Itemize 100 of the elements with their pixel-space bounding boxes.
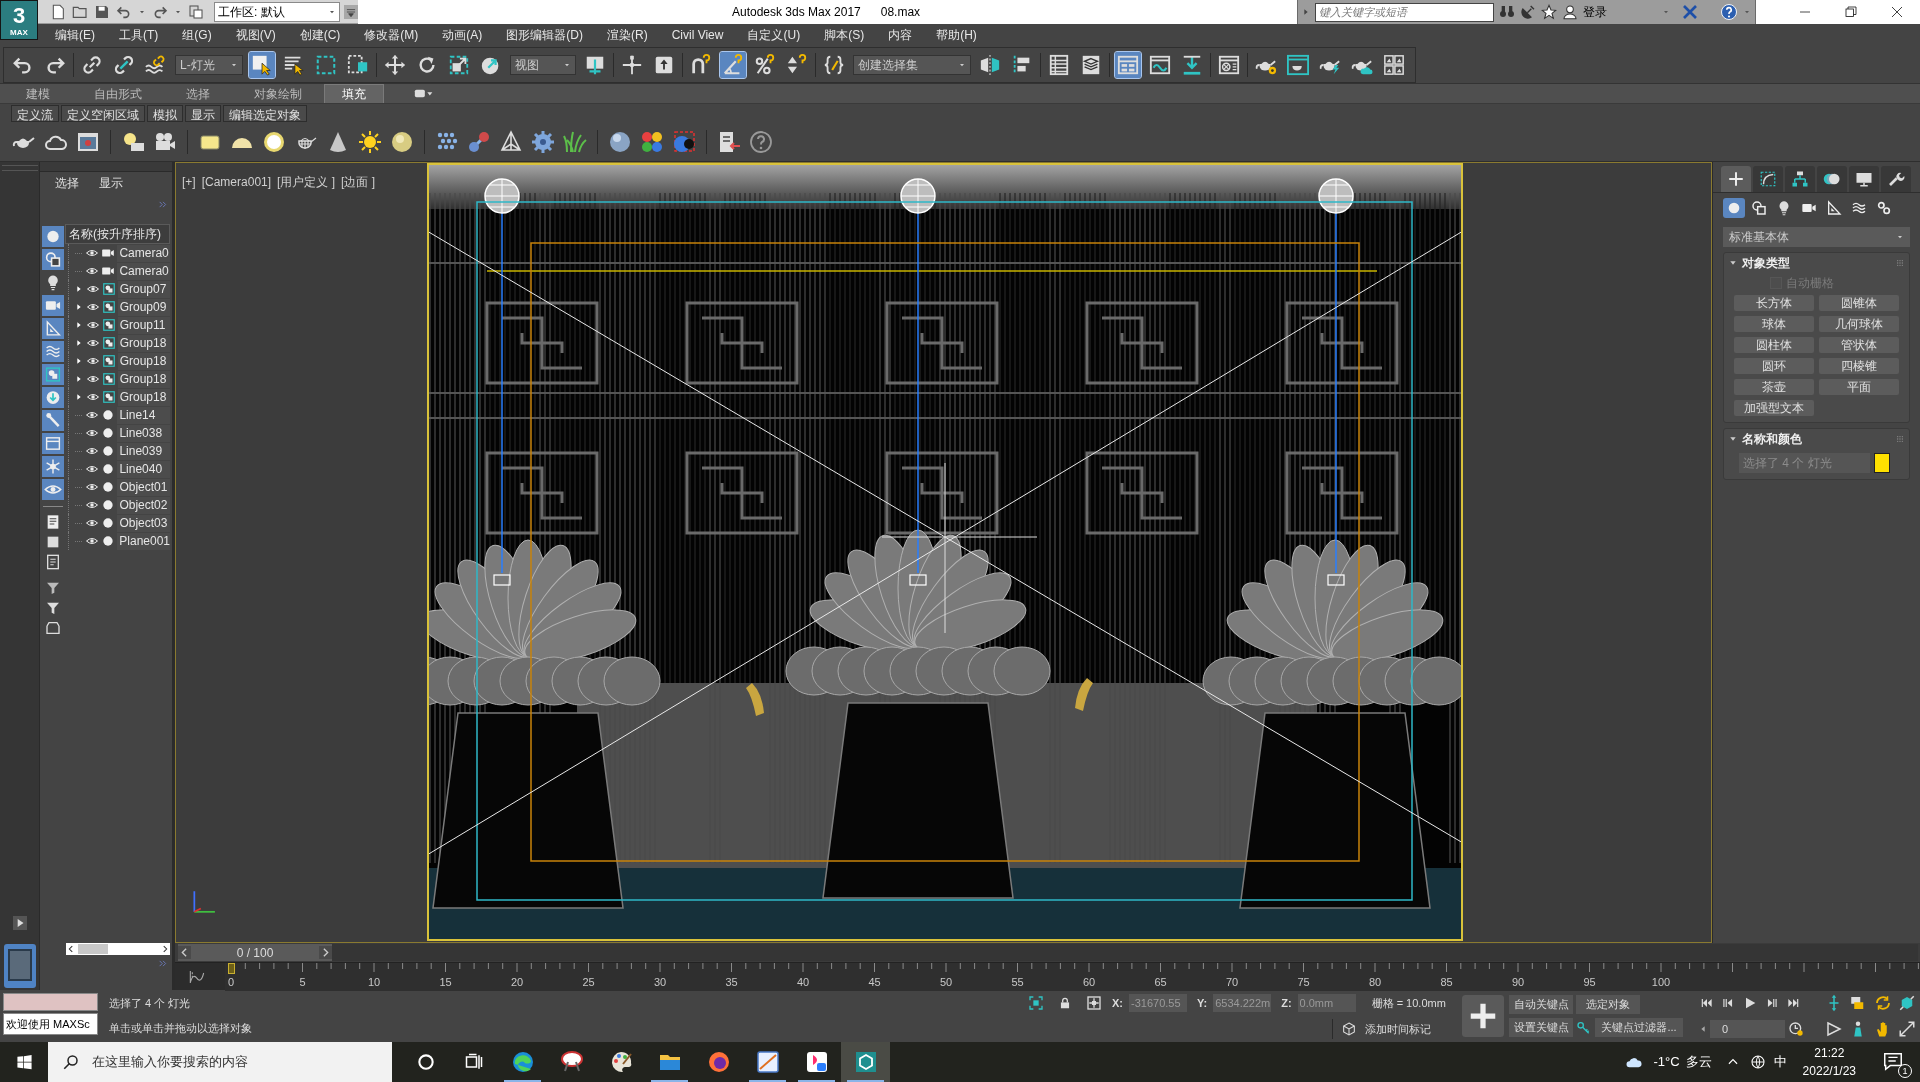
utilities-tab[interactable] bbox=[1881, 166, 1911, 192]
viewport-menu-label[interactable]: [+] bbox=[182, 173, 196, 191]
task-view-icon[interactable] bbox=[464, 1052, 484, 1072]
document-icon[interactable] bbox=[44, 553, 61, 571]
new-file-icon[interactable] bbox=[50, 3, 66, 20]
group-box-icon[interactable] bbox=[41, 364, 64, 385]
plus-key-icon[interactable] bbox=[1462, 995, 1504, 1037]
eye-icon[interactable] bbox=[85, 463, 100, 475]
eye-icon[interactable] bbox=[41, 479, 64, 500]
eye-icon[interactable] bbox=[85, 427, 100, 439]
restore-icon[interactable] bbox=[1845, 6, 1857, 18]
object-type-button[interactable]: 圆柱体 bbox=[1734, 337, 1814, 353]
current-frame-field[interactable]: 0 bbox=[1710, 1020, 1785, 1038]
ribbon-panel-button[interactable]: 模拟 bbox=[147, 105, 183, 122]
help-icon[interactable] bbox=[749, 130, 773, 154]
tray-icon[interactable] bbox=[44, 619, 61, 637]
collapse-triangle-icon[interactable] bbox=[1729, 435, 1737, 443]
notification-icon[interactable] bbox=[1882, 1050, 1904, 1072]
expand-triangle-icon[interactable] bbox=[74, 302, 83, 312]
eye-icon[interactable] bbox=[85, 391, 100, 403]
eye-icon[interactable] bbox=[85, 283, 100, 295]
eye-icon[interactable] bbox=[85, 517, 100, 529]
ribbon-panel-button[interactable]: 显示 bbox=[185, 105, 221, 122]
menu-item[interactable]: Civil View bbox=[671, 26, 724, 44]
sphere-selection-icon[interactable] bbox=[672, 130, 696, 154]
object-name[interactable]: Group18 bbox=[117, 388, 170, 406]
menu-item[interactable]: 编辑(E) bbox=[55, 26, 95, 44]
eye-icon[interactable] bbox=[85, 319, 100, 331]
x-logo-icon[interactable] bbox=[1681, 4, 1699, 20]
chevron-right-icon[interactable] bbox=[160, 944, 170, 954]
ribbon-tab[interactable]: 填充 bbox=[324, 84, 384, 103]
clock-key-icon[interactable] bbox=[1788, 1021, 1804, 1037]
user-icon[interactable] bbox=[1562, 4, 1578, 20]
viewport[interactable]: [+] [Camera001] [用户定义 ] [边面 ] bbox=[175, 162, 1712, 943]
windows-logo-icon[interactable] bbox=[15, 1053, 33, 1071]
bulb-panel-icon[interactable] bbox=[121, 130, 145, 154]
color-dots-icon[interactable] bbox=[640, 130, 664, 154]
maxscript-listener-field[interactable]: 欢迎使用 MAXSc bbox=[3, 1013, 98, 1035]
object-type-button[interactable]: 茶壶 bbox=[1734, 379, 1814, 395]
caret-down-icon[interactable] bbox=[1662, 8, 1670, 16]
object-name[interactable]: Group18 bbox=[117, 334, 170, 352]
sun-icon[interactable] bbox=[358, 130, 382, 154]
menu-item[interactable]: 图形编辑器(D) bbox=[506, 26, 583, 44]
eye-icon[interactable] bbox=[85, 499, 100, 511]
eye-icon[interactable] bbox=[85, 481, 100, 493]
chevron-left-icon[interactable] bbox=[66, 944, 76, 954]
close-icon[interactable] bbox=[1891, 6, 1903, 18]
object-name[interactable]: Line14 bbox=[117, 406, 170, 424]
ribbon-panel-button[interactable]: 定义空闲区域 bbox=[61, 105, 145, 122]
menu-item[interactable]: 创建(C) bbox=[299, 26, 341, 44]
expand-triangle-icon[interactable] bbox=[74, 338, 83, 348]
shapes-icon[interactable] bbox=[41, 249, 64, 270]
eye-icon[interactable] bbox=[85, 337, 100, 349]
viewport-menu-label[interactable]: [边面 ] bbox=[341, 173, 376, 191]
object-type-button[interactable]: 平面 bbox=[1819, 379, 1899, 395]
chevron-right-icon[interactable] bbox=[319, 944, 332, 961]
menu-item[interactable]: 帮助(H) bbox=[936, 26, 977, 44]
play-outline-icon[interactable] bbox=[1825, 1020, 1843, 1038]
hierarchy-tab[interactable] bbox=[1785, 166, 1815, 192]
maximize-icon[interactable] bbox=[1897, 1020, 1916, 1038]
ribbon-options-icon[interactable] bbox=[414, 87, 434, 99]
object-name[interactable]: Line038 bbox=[117, 424, 170, 442]
object-name[interactable]: Camera0 bbox=[117, 262, 170, 280]
chevron-left-icon[interactable] bbox=[178, 944, 191, 961]
image-window-icon[interactable] bbox=[76, 130, 100, 154]
ribbon-window-icon[interactable] bbox=[1115, 51, 1141, 78]
object-name[interactable]: Group07 bbox=[117, 280, 170, 298]
time-slider-track[interactable]: 0 / 100 bbox=[178, 944, 1918, 961]
hexagon-arrows-icon[interactable] bbox=[1897, 994, 1916, 1012]
workspace-dropdown[interactable]: 工作区: 默认 bbox=[214, 1, 340, 22]
expand-triangle-icon[interactable] bbox=[74, 392, 83, 402]
snowflake-icon[interactable] bbox=[41, 456, 64, 477]
molecule-icon[interactable] bbox=[467, 130, 491, 154]
sphere-icon[interactable] bbox=[390, 130, 414, 154]
menu-item[interactable]: 内容 bbox=[888, 26, 913, 44]
add-time-tag-link[interactable]: 添加时间标记 bbox=[1365, 1020, 1431, 1038]
object-name[interactable]: Line040 bbox=[117, 460, 170, 478]
create-tab[interactable] bbox=[1721, 166, 1751, 192]
time-slider-thumb[interactable]: 0 / 100 bbox=[178, 944, 332, 961]
cortana-circle-icon[interactable] bbox=[416, 1052, 436, 1072]
camera-icon[interactable] bbox=[41, 295, 64, 316]
go-to-start-icon[interactable] bbox=[1699, 996, 1715, 1010]
crosshair-square-icon[interactable] bbox=[1086, 995, 1102, 1011]
select-cursor-icon[interactable] bbox=[249, 51, 275, 78]
orbit-arrows-icon[interactable] bbox=[1873, 994, 1892, 1012]
key-target-dropdown[interactable]: 选定对象 bbox=[1576, 995, 1640, 1014]
search-field[interactable]: 键入关键字或短语 bbox=[1315, 2, 1494, 22]
curve-editor-icon[interactable] bbox=[189, 968, 205, 985]
eye-icon[interactable] bbox=[85, 355, 100, 367]
isolate-brackets-icon[interactable] bbox=[1028, 995, 1044, 1011]
object-name[interactable]: Line039 bbox=[117, 442, 170, 460]
ribbon-panel-button[interactable]: 编辑选定对象 bbox=[223, 105, 307, 122]
ribbon-tab[interactable]: 选择 bbox=[164, 84, 232, 103]
selection-filter-dropdown[interactable]: L-灯光 bbox=[175, 54, 243, 75]
object-type-button[interactable]: 加强型文本 bbox=[1734, 400, 1814, 416]
object-category-dropdown[interactable]: 标准基本体 bbox=[1723, 227, 1910, 247]
menu-item[interactable]: 视图(V) bbox=[235, 26, 276, 44]
object-type-button[interactable]: 球体 bbox=[1734, 316, 1814, 332]
globe-icon[interactable] bbox=[1749, 1054, 1766, 1070]
taskbar-search-box[interactable]: 在这里输入你要搜索的内容 bbox=[48, 1042, 392, 1082]
